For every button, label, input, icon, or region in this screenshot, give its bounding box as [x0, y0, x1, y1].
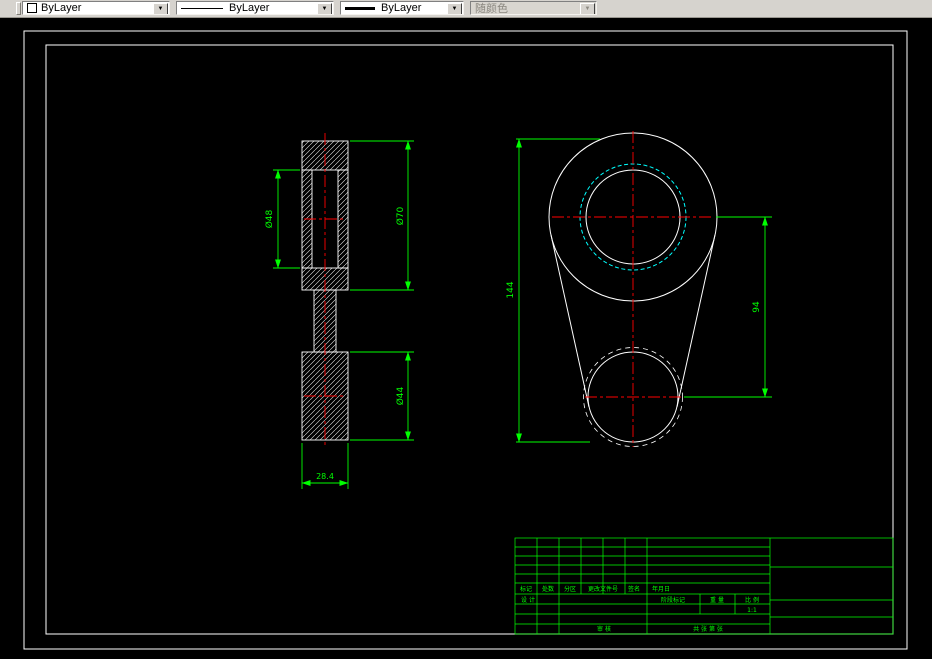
color-swatch-icon	[27, 3, 37, 13]
dim-bore-label: Ø48	[264, 209, 275, 228]
tb-weight-label: 重 量	[710, 596, 724, 604]
front-view[interactable]: 144 94	[506, 131, 772, 447]
chevron-down-icon[interactable]: ▼	[447, 3, 462, 14]
dim-lower-label: Ø44	[395, 386, 406, 405]
chevron-down-icon: ▼	[580, 3, 595, 14]
chevron-down-icon[interactable]: ▼	[153, 3, 168, 14]
lineweight-combo[interactable]: ByLayer ▼	[340, 1, 464, 15]
tb-scale-label: 比 例	[745, 596, 759, 604]
linetype-combo-value: ByLayer	[229, 2, 270, 14]
tb-stage-label: 阶段标记	[661, 596, 685, 604]
tb-mark-label: 标记	[520, 585, 532, 593]
dim-width-label: 28.4	[316, 472, 334, 481]
tb-review-label: 审 核	[597, 625, 611, 633]
tb-sign-label: 签名	[628, 585, 640, 593]
tb-date-label: 年月日	[652, 585, 670, 593]
linetype-line-icon	[181, 7, 223, 9]
section-view[interactable]: Ø48 Ø70 Ø44 28.4	[264, 133, 414, 489]
plotstyle-combo: 随颜色 ▼	[470, 1, 597, 15]
dim-height-label: 144	[506, 281, 516, 298]
lineweight-combo-value: ByLayer	[381, 2, 422, 14]
color-combo-value: ByLayer	[41, 2, 82, 14]
dim-outer-label: Ø70	[395, 206, 406, 225]
cad-window: ByLayer ▼ ByLayer ▼ ByLayer ▼ 随颜色 ▼ Ø48 …	[0, 0, 932, 659]
linetype-combo[interactable]: ByLayer ▼	[176, 1, 334, 15]
tb-sheets-label: 共 张 第 张	[693, 625, 723, 633]
plotstyle-combo-value: 随颜色	[475, 3, 508, 15]
tb-zone-label: 分区	[564, 585, 576, 593]
chevron-down-icon[interactable]: ▼	[317, 3, 332, 14]
tb-scale-value: 1:1	[747, 607, 757, 614]
color-combo[interactable]: ByLayer ▼	[22, 1, 170, 15]
tb-docno-label: 更改文件号	[588, 585, 618, 593]
object-properties-toolbar: ByLayer ▼ ByLayer ▼ ByLayer ▼ 随颜色 ▼	[0, 0, 932, 18]
dim-center-distance-label: 94	[752, 301, 762, 313]
sheet-frame	[23, 30, 908, 650]
front-centerlines[interactable]	[552, 131, 714, 447]
drawing-canvas[interactable]: Ø48 Ø70 Ø44 28.4 144 94 标记 处数 分区 更改文件号 签…	[0, 17, 932, 659]
tb-count-label: 处数	[542, 585, 554, 593]
tb-design-label: 设 计	[521, 596, 535, 604]
title-block[interactable]: 标记 处数 分区 更改文件号 签名 年月日 设 计 审 核 阶段标记 重 量 比…	[514, 537, 894, 635]
toolbar-grip[interactable]	[16, 2, 21, 15]
lineweight-line-icon	[345, 6, 375, 10]
